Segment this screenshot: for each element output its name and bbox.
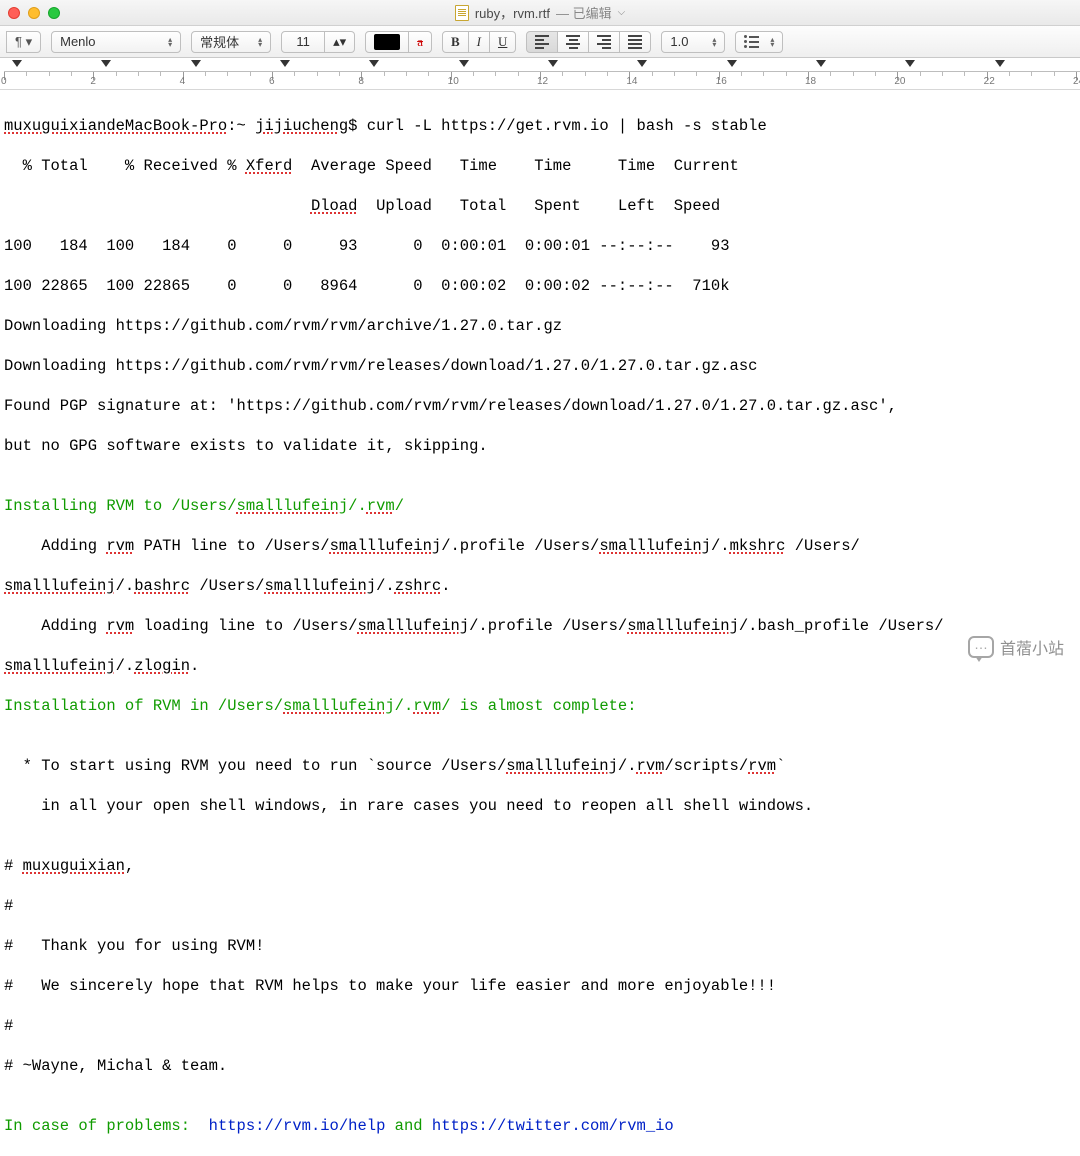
text-line: Installing RVM to /Users/smalllufeinj/.r…	[4, 496, 1076, 516]
text-line: Adding rvm PATH line to /Users/smalllufe…	[4, 536, 1076, 556]
font-style-select[interactable]: 常规体 ▴▾	[191, 31, 271, 53]
ruler-label: 0	[1, 76, 7, 87]
ruler-label: 2	[90, 76, 96, 87]
highlight-button[interactable]: a	[409, 31, 432, 53]
ruler-label: 8	[358, 76, 364, 87]
text-line: Downloading https://github.com/rvm/rvm/r…	[4, 356, 1076, 376]
line-spacing-select[interactable]: 1.0 ▴▾	[661, 31, 725, 53]
text-color-group: a	[365, 31, 432, 53]
window-controls	[8, 7, 60, 19]
ruler[interactable]: 024681012141618202224	[0, 58, 1080, 90]
updown-icon: ▴▾	[770, 37, 774, 47]
ruler-label: 6	[269, 76, 275, 87]
updown-icon: ▴▾	[258, 37, 262, 47]
chevron-down-icon[interactable]: ⌵	[618, 7, 626, 18]
align-center-button[interactable]	[558, 31, 589, 53]
paragraph-direction-group: ¶ ▾	[6, 31, 41, 53]
text-line: # muxuguixian,	[4, 856, 1076, 876]
tab-stop-icon[interactable]	[995, 60, 1005, 67]
tab-stop-icon[interactable]	[12, 60, 22, 67]
zoom-window-button[interactable]	[48, 7, 60, 19]
tab-stop-icon[interactable]	[459, 60, 469, 67]
emphasis-group: B I U	[442, 31, 516, 53]
tab-stop-icon[interactable]	[548, 60, 558, 67]
tab-stop-icon[interactable]	[191, 60, 201, 67]
font-family-value: Menlo	[60, 34, 95, 49]
ruler-label: 20	[894, 76, 905, 87]
ruler-label: 10	[448, 76, 459, 87]
alignment-group	[526, 31, 651, 53]
font-size-input[interactable]: 11	[281, 31, 325, 53]
watermark: 首蓿小站	[968, 635, 1064, 659]
document-body[interactable]: muxuguixiandeMacBook-Pro:~ jijiucheng$ c…	[0, 90, 1080, 1156]
document-icon	[455, 5, 469, 21]
paragraph-style-button[interactable]: ¶ ▾	[6, 31, 41, 53]
window-title: ruby，rvm.rtf — 已编辑 ⌵	[0, 3, 1080, 22]
list-style-select[interactable]: ▴▾	[735, 31, 783, 53]
ruler-label: 14	[626, 76, 637, 87]
tab-stop-icon[interactable]	[816, 60, 826, 67]
ruler-label: 18	[805, 76, 816, 87]
updown-icon: ▴▾	[712, 37, 716, 47]
ruler-label: 24	[1073, 76, 1080, 87]
tab-stop-icon[interactable]	[727, 60, 737, 67]
font-size-stepper[interactable]: ▴▾	[325, 31, 355, 53]
underline-button[interactable]: U	[490, 31, 516, 53]
text-line: # We sincerely hope that RVM helps to ma…	[4, 976, 1076, 996]
tab-stop-icon[interactable]	[637, 60, 647, 67]
tab-stop-icon[interactable]	[905, 60, 915, 67]
italic-button[interactable]: I	[469, 31, 490, 53]
text-line: # Thank you for using RVM!	[4, 936, 1076, 956]
ruler-label: 16	[716, 76, 727, 87]
text-line: # ~Wayne, Michal & team.	[4, 1056, 1076, 1076]
font-size-group: 11 ▴▾	[281, 31, 355, 53]
line-spacing-value: 1.0	[670, 34, 688, 49]
titlebar: ruby，rvm.rtf — 已编辑 ⌵	[0, 0, 1080, 26]
text-color-button[interactable]	[365, 31, 409, 53]
document-edited-label: — 已编辑	[556, 3, 612, 22]
tab-stop-icon[interactable]	[101, 60, 111, 67]
text-line: #	[4, 1016, 1076, 1036]
text-line: in all your open shell windows, in rare …	[4, 796, 1076, 816]
text-line: Downloading https://github.com/rvm/rvm/a…	[4, 316, 1076, 336]
text-line: % Total % Received % Xferd Average Speed…	[4, 156, 1076, 176]
text-line: In case of problems: https://rvm.io/help…	[4, 1116, 1076, 1136]
text-line: Found PGP signature at: 'https://github.…	[4, 396, 1076, 416]
tab-stop-icon[interactable]	[369, 60, 379, 67]
font-style-value: 常规体	[200, 32, 239, 51]
strike-a-icon: a	[417, 34, 423, 50]
align-left-button[interactable]	[526, 31, 558, 53]
text-line: Dload Upload Total Spent Left Speed	[4, 196, 1076, 216]
color-swatch-icon	[374, 34, 400, 50]
text-line: but no GPG software exists to validate i…	[4, 436, 1076, 456]
text-line: 100 22865 100 22865 0 0 8964 0 0:00:02 0…	[4, 276, 1076, 296]
format-toolbar: ¶ ▾ Menlo ▴▾ 常规体 ▴▾ 11 ▴▾ a B I U 1.0 ▴▾…	[0, 26, 1080, 58]
ruler-label: 12	[537, 76, 548, 87]
font-family-select[interactable]: Menlo ▴▾	[51, 31, 181, 53]
watermark-text: 首蓿小站	[1000, 635, 1064, 659]
text-line: * To start using RVM you need to run `so…	[4, 756, 1076, 776]
text-line: #	[4, 896, 1076, 916]
close-window-button[interactable]	[8, 7, 20, 19]
tab-stop-icon[interactable]	[280, 60, 290, 67]
wechat-icon	[968, 636, 994, 658]
updown-icon: ▴▾	[168, 37, 172, 47]
text-line: smalllufeinj/.bashrc /Users/smalllufeinj…	[4, 576, 1076, 596]
document-filename: ruby，rvm.rtf	[475, 3, 550, 22]
align-right-button[interactable]	[589, 31, 620, 53]
text-line: muxuguixiandeMacBook-Pro:~ jijiucheng$ c…	[4, 116, 1076, 136]
text-line: Installation of RVM in /Users/smalllufei…	[4, 696, 1076, 716]
text-line: smalllufeinj/.zlogin.	[4, 656, 1076, 676]
bold-button[interactable]: B	[442, 31, 469, 53]
text-line: Adding rvm loading line to /Users/smalll…	[4, 616, 1076, 636]
text-line: 100 184 100 184 0 0 93 0 0:00:01 0:00:01…	[4, 236, 1076, 256]
ruler-label: 4	[180, 76, 186, 87]
list-icon	[744, 35, 759, 48]
ruler-label: 22	[984, 76, 995, 87]
minimize-window-button[interactable]	[28, 7, 40, 19]
align-justify-button[interactable]	[620, 31, 651, 53]
